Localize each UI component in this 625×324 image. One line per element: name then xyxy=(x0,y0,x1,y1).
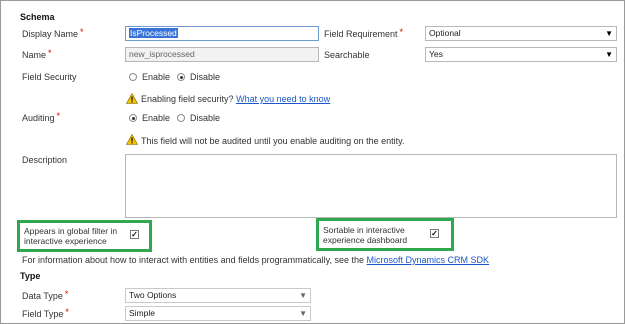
name-value: new_isprocessed xyxy=(129,49,195,59)
field-type-value: Simple xyxy=(129,308,155,318)
checkmark-icon: ✓ xyxy=(431,229,438,238)
auditing-label: Auditing * xyxy=(22,111,61,123)
dropdown-arrow-icon: ▼ xyxy=(299,309,307,318)
data-type-select[interactable]: Two Options ▼ xyxy=(125,288,311,303)
display-name-value: IsProcessed xyxy=(129,28,178,38)
sdk-info-text: For information about how to interact wi… xyxy=(22,255,490,265)
description-label: Description xyxy=(22,155,68,165)
field-security-enable-label: Enable xyxy=(142,72,171,82)
dropdown-arrow-icon: ▼ xyxy=(299,291,307,300)
field-type-label: Field Type * xyxy=(22,307,69,319)
dropdown-arrow-icon: ▼ xyxy=(605,50,613,59)
field-requirement-label: Field Requirement * xyxy=(324,27,404,39)
description-textarea[interactable] xyxy=(125,154,617,218)
required-mark: * xyxy=(399,27,404,37)
name-label: Name * xyxy=(22,48,52,60)
data-type-label: Data Type * xyxy=(22,289,69,301)
warning-triangle-icon xyxy=(126,93,138,104)
field-security-disable-radio[interactable] xyxy=(177,73,185,81)
searchable-label: Searchable xyxy=(324,50,370,60)
auditing-enable-radio[interactable] xyxy=(129,114,137,122)
display-name-input[interactable]: IsProcessed xyxy=(125,26,319,41)
auditing-enable-label: Enable xyxy=(142,113,171,123)
auditing-disable-radio[interactable] xyxy=(177,114,185,122)
sortable-checkbox[interactable]: ✓ xyxy=(430,229,439,238)
sortable-label: Sortable in interactive experience dashbo… xyxy=(323,225,408,245)
dropdown-arrow-icon: ▼ xyxy=(605,29,613,38)
name-input[interactable]: new_isprocessed xyxy=(125,47,319,62)
searchable-select[interactable]: Yes ▼ xyxy=(425,47,617,62)
auditing-disable-label: Disable xyxy=(190,113,221,123)
field-requirement-value: Optional xyxy=(429,28,461,38)
global-filter-checkbox[interactable]: ✓ xyxy=(130,230,139,239)
crm-sdk-link[interactable]: Microsoft Dynamics CRM SDK xyxy=(367,255,490,265)
required-mark: * xyxy=(56,111,61,121)
checkmark-icon: ✓ xyxy=(131,230,138,239)
required-mark: * xyxy=(64,289,69,299)
field-security-label: Field Security xyxy=(22,72,77,82)
field-security-enable-radio[interactable] xyxy=(129,73,137,81)
type-heading: Type xyxy=(20,271,41,281)
field-requirement-select[interactable]: Optional ▼ xyxy=(425,26,617,41)
searchable-value: Yes xyxy=(429,49,443,59)
field-type-select[interactable]: Simple ▼ xyxy=(125,306,311,321)
global-filter-label: Appears in global filter in interactive e… xyxy=(24,226,118,246)
required-mark: * xyxy=(65,307,69,317)
what-you-need-to-know-link[interactable]: What you need to know xyxy=(236,94,330,104)
field-security-disable-label: Disable xyxy=(190,72,221,82)
display-name-label: Display Name * xyxy=(22,27,84,39)
warning-triangle-icon xyxy=(126,134,138,145)
required-mark: * xyxy=(48,48,52,58)
field-security-warning: Enabling field security? What you need t… xyxy=(141,94,331,104)
auditing-warning: This field will not be audited until you… xyxy=(141,136,405,146)
schema-heading: Schema xyxy=(20,12,55,22)
data-type-value: Two Options xyxy=(129,290,177,300)
required-mark: * xyxy=(80,27,84,37)
